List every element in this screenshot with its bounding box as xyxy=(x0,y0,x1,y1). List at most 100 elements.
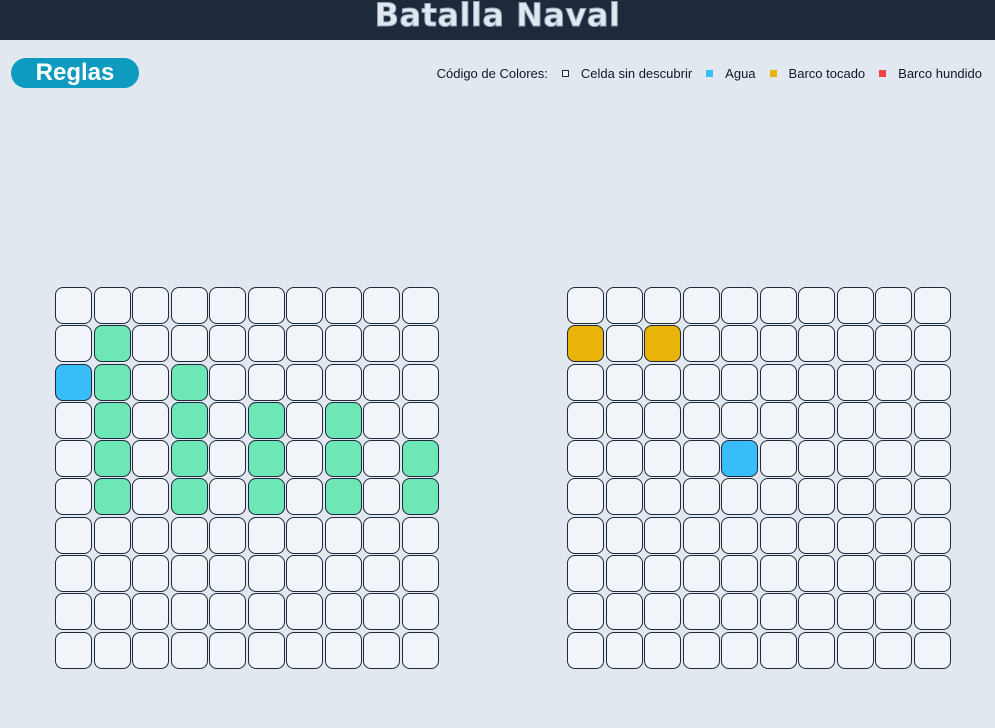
enemy-cell-hidden[interactable] xyxy=(875,363,913,401)
enemy-cell-hidden[interactable] xyxy=(836,631,874,669)
enemy-cell-hidden[interactable] xyxy=(721,555,759,593)
enemy-cell-hidden[interactable] xyxy=(567,401,604,439)
enemy-cell-hidden[interactable] xyxy=(605,631,643,669)
enemy-cell-hidden[interactable] xyxy=(798,401,836,439)
enemy-cell-hidden[interactable] xyxy=(913,401,951,439)
enemy-cell-hidden[interactable] xyxy=(798,325,836,363)
enemy-cell-hidden[interactable] xyxy=(644,516,682,554)
enemy-cell-hidden[interactable] xyxy=(567,440,604,478)
enemy-cell-hidden[interactable] xyxy=(682,631,720,669)
enemy-cell-hidden[interactable] xyxy=(567,516,604,554)
enemy-cell-hidden[interactable] xyxy=(682,440,720,478)
enemy-cell-hidden[interactable] xyxy=(836,593,874,631)
enemy-cell-hidden[interactable] xyxy=(759,363,797,401)
enemy-cell-hidden[interactable] xyxy=(913,555,951,593)
enemy-cell-hidden[interactable] xyxy=(605,555,643,593)
enemy-cell-hidden[interactable] xyxy=(682,478,720,516)
enemy-cell-hidden[interactable] xyxy=(913,363,951,401)
enemy-cell-hidden[interactable] xyxy=(682,325,720,363)
enemy-cell-hidden[interactable] xyxy=(759,478,797,516)
enemy-cell-hidden[interactable] xyxy=(913,440,951,478)
enemy-cell-hidden[interactable] xyxy=(605,325,643,363)
enemy-cell-hidden[interactable] xyxy=(875,631,913,669)
enemy-cell-hidden[interactable] xyxy=(644,478,682,516)
enemy-cell-hidden[interactable] xyxy=(798,631,836,669)
enemy-cell-hidden[interactable] xyxy=(913,516,951,554)
enemy-cell-hidden[interactable] xyxy=(682,363,720,401)
enemy-cell-hidden[interactable] xyxy=(798,363,836,401)
enemy-cell-hidden[interactable] xyxy=(875,287,913,324)
enemy-cell-hidden[interactable] xyxy=(836,325,874,363)
enemy-cell-hidden[interactable] xyxy=(644,401,682,439)
enemy-cell-hidden[interactable] xyxy=(759,440,797,478)
rules-button[interactable]: Reglas xyxy=(11,58,139,88)
enemy-cell-hidden[interactable] xyxy=(836,555,874,593)
enemy-cell-hidden[interactable] xyxy=(567,593,604,631)
enemy-cell-hidden[interactable] xyxy=(605,440,643,478)
enemy-cell-hidden[interactable] xyxy=(759,287,797,324)
enemy-cell-hidden[interactable] xyxy=(798,516,836,554)
enemy-cell-water[interactable] xyxy=(721,440,759,478)
enemy-cell-hidden[interactable] xyxy=(759,401,797,439)
enemy-cell-hidden[interactable] xyxy=(759,593,797,631)
enemy-cell-hidden[interactable] xyxy=(913,593,951,631)
enemy-cell-hidden[interactable] xyxy=(721,325,759,363)
enemy-cell-hidden[interactable] xyxy=(836,478,874,516)
enemy-cell-hidden[interactable] xyxy=(721,593,759,631)
enemy-cell-hidden[interactable] xyxy=(721,287,759,324)
enemy-cell-hidden[interactable] xyxy=(798,555,836,593)
enemy-cell-hidden[interactable] xyxy=(913,631,951,669)
enemy-cell-hit[interactable] xyxy=(567,325,604,363)
enemy-cell-hidden[interactable] xyxy=(644,555,682,593)
enemy-cell-hidden[interactable] xyxy=(644,440,682,478)
enemy-cell-hidden[interactable] xyxy=(836,516,874,554)
enemy-cell-hidden[interactable] xyxy=(644,287,682,324)
enemy-cell-hidden[interactable] xyxy=(567,287,604,324)
enemy-cell-hidden[interactable] xyxy=(798,478,836,516)
enemy-cell-hidden[interactable] xyxy=(875,478,913,516)
enemy-cell-hidden[interactable] xyxy=(567,555,604,593)
enemy-cell-hidden[interactable] xyxy=(682,401,720,439)
enemy-cell-hidden[interactable] xyxy=(721,516,759,554)
enemy-cell-hidden[interactable] xyxy=(913,325,951,363)
enemy-cell-hidden[interactable] xyxy=(721,363,759,401)
enemy-cell-hidden[interactable] xyxy=(836,440,874,478)
enemy-cell-hidden[interactable] xyxy=(605,401,643,439)
enemy-cell-hidden[interactable] xyxy=(875,401,913,439)
enemy-cell-hidden[interactable] xyxy=(567,631,604,669)
enemy-cell-hidden[interactable] xyxy=(798,593,836,631)
enemy-cell-hidden[interactable] xyxy=(605,287,643,324)
enemy-cell-hidden[interactable] xyxy=(913,287,951,324)
enemy-cell-hidden[interactable] xyxy=(798,440,836,478)
enemy-cell-hidden[interactable] xyxy=(836,287,874,324)
enemy-cell-hidden[interactable] xyxy=(721,401,759,439)
enemy-cell-hidden[interactable] xyxy=(875,440,913,478)
enemy-cell-hidden[interactable] xyxy=(875,593,913,631)
enemy-cell-hidden[interactable] xyxy=(721,631,759,669)
enemy-cell-hidden[interactable] xyxy=(605,516,643,554)
enemy-cell-hidden[interactable] xyxy=(605,478,643,516)
enemy-cell-hidden[interactable] xyxy=(759,631,797,669)
enemy-cell-hidden[interactable] xyxy=(875,516,913,554)
enemy-cell-hidden[interactable] xyxy=(644,631,682,669)
enemy-cell-hidden[interactable] xyxy=(798,287,836,324)
enemy-cell-hidden[interactable] xyxy=(759,325,797,363)
enemy-cell-hidden[interactable] xyxy=(913,478,951,516)
enemy-cell-hidden[interactable] xyxy=(836,363,874,401)
enemy-cell-hidden[interactable] xyxy=(605,593,643,631)
enemy-cell-hidden[interactable] xyxy=(682,516,720,554)
enemy-cell-hidden[interactable] xyxy=(644,363,682,401)
enemy-cell-hidden[interactable] xyxy=(682,287,720,324)
enemy-cell-hidden[interactable] xyxy=(759,516,797,554)
enemy-cell-hidden[interactable] xyxy=(836,401,874,439)
enemy-cell-hidden[interactable] xyxy=(759,555,797,593)
enemy-cell-hidden[interactable] xyxy=(875,555,913,593)
enemy-cell-hidden[interactable] xyxy=(644,593,682,631)
enemy-cell-hidden[interactable] xyxy=(567,478,604,516)
enemy-cell-hit[interactable] xyxy=(644,325,682,363)
enemy-cell-hidden[interactable] xyxy=(721,478,759,516)
enemy-cell-hidden[interactable] xyxy=(567,363,604,401)
enemy-cell-hidden[interactable] xyxy=(682,593,720,631)
enemy-cell-hidden[interactable] xyxy=(605,363,643,401)
enemy-cell-hidden[interactable] xyxy=(682,555,720,593)
